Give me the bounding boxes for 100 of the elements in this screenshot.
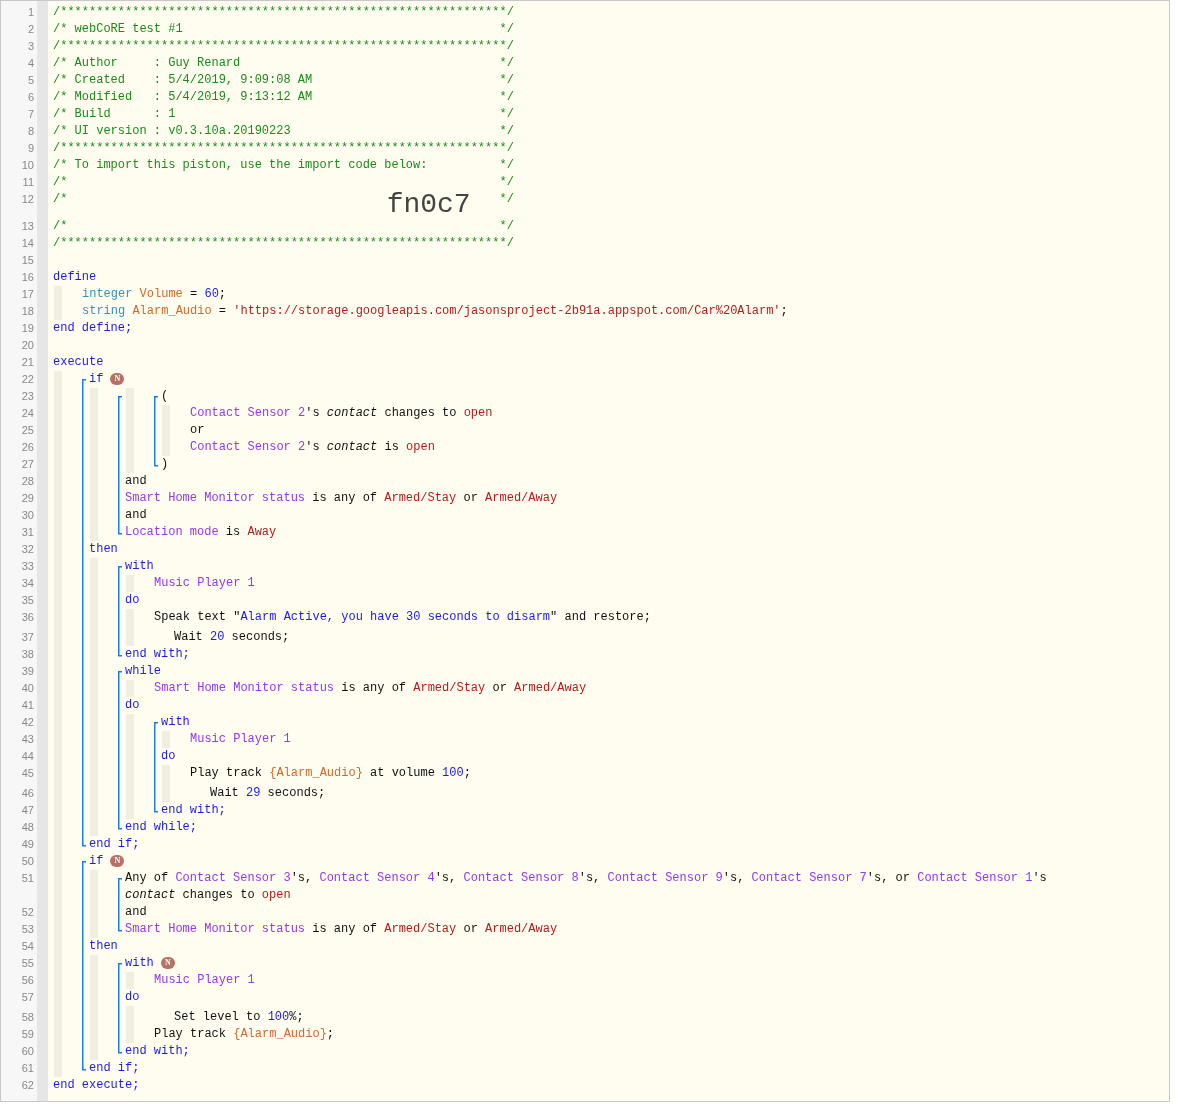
line-number: 32 <box>20 542 34 557</box>
line-number: 5 <box>26 73 34 88</box>
code-line: /**************************************************************/ <box>53 140 514 157</box>
code-line: /* Created : 5/4/2019, 9:09:08 AM */ <box>53 72 514 89</box>
line-number: 28 <box>20 474 34 489</box>
line-number: 31 <box>20 525 34 540</box>
code-line: do <box>125 989 140 1006</box>
line-number: 40 <box>20 681 34 696</box>
code-line: Music Player 1 <box>154 575 255 592</box>
line-number: 54 <box>20 939 34 954</box>
code-line: with <box>161 714 190 731</box>
code-line: Location mode is Away <box>125 524 277 541</box>
code-line: /* */ <box>53 174 514 191</box>
code-line: with <box>125 955 154 972</box>
line-number: 7 <box>26 107 34 122</box>
line-number: 56 <box>20 973 34 988</box>
line-number: 34 <box>20 576 34 591</box>
marker-label: N <box>160 957 175 969</box>
code-line: /* */ <box>53 218 514 235</box>
code-line: end with; <box>125 646 190 663</box>
line-number: 30 <box>20 508 34 523</box>
line-number: 47 <box>20 803 34 818</box>
code-line: Smart Home Monitor status is any of Armed/Stay or Armed/Away <box>125 921 558 938</box>
code-line: /* Modified : 5/4/2019, 9:13:12 AM */ <box>53 89 514 106</box>
code-line: /* webCoRE test #1 */ <box>53 21 514 38</box>
line-number: 62 <box>20 1078 34 1093</box>
line-number: 10 <box>20 158 34 173</box>
code-line: Smart Home Monitor status is any of Armed/Stay or Armed/Away <box>154 680 587 697</box>
line-number: 8 <box>26 124 34 139</box>
line-number: 49 <box>20 837 34 852</box>
line-number: 3 <box>26 39 34 54</box>
line-number: 61 <box>20 1061 34 1076</box>
line-number: 19 <box>20 321 34 336</box>
code-line: and <box>125 904 147 921</box>
line-number: 15 <box>20 253 34 268</box>
line-number: 38 <box>20 647 34 662</box>
marker-label: N <box>110 373 125 385</box>
line-number: 13 <box>20 219 34 234</box>
code-line: do <box>161 748 176 765</box>
code-line: then <box>89 938 118 955</box>
line-number: 4 <box>26 56 34 71</box>
code-line: define <box>53 269 97 286</box>
line-number: 14 <box>20 236 34 251</box>
code-line: /* Author : Guy Renard */ <box>53 55 514 72</box>
code-line: and <box>125 507 147 524</box>
line-number: 50 <box>20 854 34 869</box>
code-line: /* fn0c7 */ <box>53 191 514 218</box>
code-line: Play track {Alarm_Audio}; <box>154 1026 335 1043</box>
code-line: execute <box>53 354 104 371</box>
code-line: end if; <box>89 836 140 853</box>
code-line: Music Player 1 <box>190 731 291 748</box>
code-line: ( <box>161 388 169 405</box>
line-number: 48 <box>20 820 34 835</box>
code-line: /* Build : 1 */ <box>53 106 514 123</box>
line-number: 18 <box>20 304 34 319</box>
code-line: Set level to 100%; <box>174 1009 304 1026</box>
line-number: 52 <box>20 905 34 920</box>
line-number: 45 <box>20 766 34 781</box>
line-number: 23 <box>20 389 34 404</box>
line-number: 11 <box>21 175 34 190</box>
line-number: 51 <box>20 871 34 886</box>
code-line: integer Volume = 60; <box>82 286 227 303</box>
code-line: string Alarm_Audio = 'https://storage.googleapis.com/jasonsproject-2b91a.appspot.com/Car%20Alarm'; <box>82 303 788 320</box>
code-line: then <box>89 541 118 558</box>
code-line: ) <box>161 456 169 473</box>
line-number: 42 <box>20 715 34 730</box>
code-line: Play track {Alarm_Audio} at volume 100; <box>190 765 471 782</box>
line-number: 24 <box>20 406 34 421</box>
line-number: 37 <box>20 630 34 645</box>
line-number: 59 <box>20 1027 34 1042</box>
code-line: Wait 20 seconds; <box>174 629 290 646</box>
code-line: end with; <box>161 802 226 819</box>
line-number: 9 <box>26 141 34 156</box>
line-number: 58 <box>20 1010 34 1025</box>
code-line: if <box>89 371 104 388</box>
line-number: 29 <box>20 491 34 506</box>
code-line: Contact Sensor 2's contact is open <box>190 439 435 456</box>
code-line: Wait 29 seconds; <box>210 785 326 802</box>
code-line: while <box>125 663 161 680</box>
line-number: 1 <box>26 5 34 20</box>
line-number: 25 <box>20 423 34 438</box>
line-number: 55 <box>20 956 34 971</box>
code-line: /**************************************************************/ <box>53 235 514 252</box>
code-line: Contact Sensor 2's contact changes to open <box>190 405 493 422</box>
line-number: 33 <box>20 559 34 574</box>
line-number: 35 <box>20 593 34 608</box>
code-line: do <box>125 697 140 714</box>
marker-label: N <box>110 855 125 867</box>
code-line: and <box>125 473 147 490</box>
line-number: 6 <box>26 90 34 105</box>
line-number: 46 <box>20 786 34 801</box>
code-line: end execute; <box>53 1077 140 1094</box>
code-line: end define; <box>53 320 133 337</box>
line-number: 41 <box>20 698 34 713</box>
line-number: 17 <box>20 287 34 302</box>
code-line: if <box>89 853 104 870</box>
line-number: 16 <box>20 270 34 285</box>
line-number: 12 <box>20 192 34 207</box>
code-line: Speak text "Alarm Active, you have 30 seconds to disarm" and restore; <box>154 609 651 626</box>
line-number: 53 <box>20 922 34 937</box>
